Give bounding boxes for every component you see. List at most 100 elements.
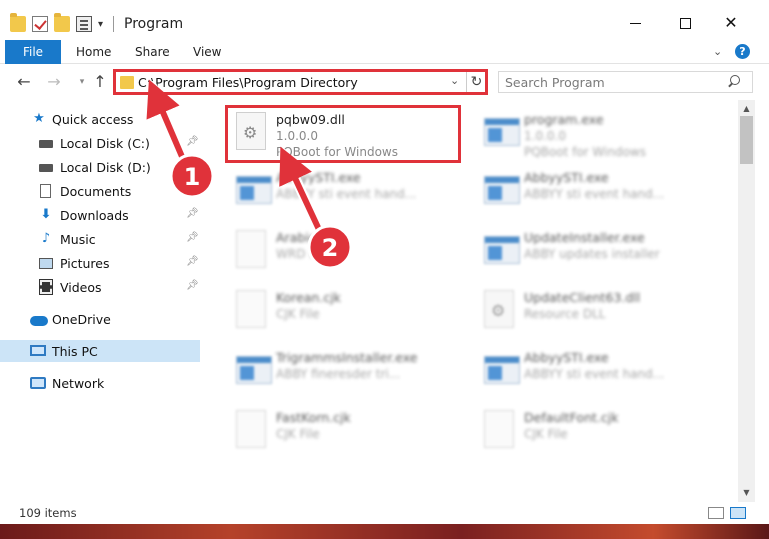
file-name: DefaultFont.cjk (524, 410, 619, 425)
file-name: TrigrammsInstaller.exe (276, 350, 418, 365)
exe-icon (236, 356, 272, 384)
sidebar-item-label: Quick access (52, 112, 134, 127)
scroll-down-icon[interactable]: ▼ (738, 486, 755, 500)
file-name: AbbyySTI.exe (524, 350, 609, 365)
minimize-button[interactable] (620, 12, 650, 34)
title-bar: ▾ Program ✕ (0, 0, 769, 40)
address-bar[interactable]: C:\Program Files\Program Directory ⌄ ↻ (113, 69, 488, 95)
navigation-pane: ★ Quick access Local Disk (C:) 📌︎ Local … (0, 100, 200, 502)
program-exe-icon (484, 118, 520, 146)
music-icon: ♪ (41, 231, 51, 246)
sidebar-item-documents[interactable]: Documents 📌︎ (0, 180, 200, 202)
search-box[interactable] (498, 71, 753, 93)
file-item[interactable]: FastKorn.cjk CJK File (228, 404, 468, 458)
up-arrow-icon[interactable]: ↑ (90, 72, 110, 92)
file-item[interactable]: Arabic.cjk WRD File (228, 224, 468, 278)
sidebar-item-pictures[interactable]: Pictures 📌︎ (0, 252, 200, 274)
file-item[interactable]: DefaultFont.cjk CJK File (476, 404, 716, 458)
file-version: 1.0.0.0 (524, 129, 566, 143)
disk-icon (39, 164, 53, 172)
file-type: CJK File (524, 427, 568, 441)
pin-icon[interactable]: 📌︎ (186, 209, 199, 219)
maximize-button[interactable] (670, 12, 700, 34)
large-icons-view-icon[interactable] (730, 507, 746, 519)
scroll-thumb[interactable] (740, 116, 753, 164)
file-item[interactable]: AbbyySTI.exe ABBYY sti event hand... (476, 344, 716, 398)
tab-view[interactable]: View (193, 40, 221, 64)
file-name: FastKorn.cjk (276, 410, 351, 425)
refresh-icon[interactable]: ↻ (466, 72, 486, 92)
exe-icon (236, 176, 272, 204)
address-path[interactable]: C:\Program Files\Program Directory (138, 75, 358, 90)
sidebar-item-local-disk-c[interactable]: Local Disk (C:) 📌︎ (0, 132, 200, 154)
file-description: ABBYY sti event hand... (524, 187, 665, 201)
pin-icon[interactable]: 📌︎ (186, 257, 199, 267)
sidebar-item-label: Local Disk (C:) (60, 136, 150, 151)
forward-arrow-icon[interactable]: → (44, 72, 64, 92)
file-description: ABBYY sti event hand... (276, 187, 417, 201)
file-item[interactable]: UpdateClient63.dll Resource DLL (476, 284, 716, 338)
address-dropdown-icon[interactable]: ⌄ (450, 74, 459, 87)
sidebar-item-label: OneDrive (52, 312, 111, 327)
back-arrow-icon[interactable]: ← (14, 72, 34, 92)
tab-home[interactable]: Home (76, 40, 111, 64)
file-icon (236, 410, 266, 448)
file-item[interactable]: TrigrammsInstaller.exe ABBY fineresder t… (228, 344, 468, 398)
details-view-icon[interactable] (708, 507, 724, 519)
quick-access-toolbar: ▾ Program (10, 13, 184, 34)
exe-icon (484, 356, 520, 384)
highlight-box (225, 105, 461, 163)
sidebar-item-onedrive[interactable]: OneDrive (0, 308, 200, 330)
pin-icon[interactable]: 📌︎ (186, 233, 199, 243)
maximize-icon (679, 17, 691, 29)
file-item[interactable]: UpdateInstaller.exe ABBY updates install… (476, 224, 716, 278)
pin-icon[interactable]: 📌︎ (186, 281, 199, 291)
tab-share[interactable]: Share (135, 40, 170, 64)
vertical-scrollbar[interactable]: ▲ ▼ (738, 100, 755, 502)
dll-icon (484, 290, 514, 328)
sidebar-item-local-disk-d[interactable]: Local Disk (D:) (0, 156, 200, 178)
sidebar-item-label: This PC (52, 344, 98, 359)
search-input[interactable] (505, 74, 715, 90)
view-options-icon[interactable] (76, 16, 92, 32)
search-icon (727, 75, 741, 89)
download-icon: ⬇ (40, 207, 52, 222)
file-icon (236, 290, 266, 328)
file-item[interactable]: program.exe 1.0.0.0 PQBoot for Windows (476, 106, 716, 160)
sidebar-item-network[interactable]: Network (0, 372, 200, 394)
sidebar-item-videos[interactable]: Videos 📌︎ (0, 276, 200, 298)
file-item[interactable]: AbbyySTI.exe ABBYY sti event hand... (476, 164, 716, 218)
scroll-up-icon[interactable]: ▲ (738, 102, 755, 116)
new-folder-icon[interactable] (54, 13, 70, 32)
sidebar-item-this-pc[interactable]: This PC (0, 340, 200, 362)
expand-ribbon-icon[interactable]: ⌄ (713, 45, 722, 58)
properties-check-icon[interactable] (32, 16, 48, 32)
close-button[interactable]: ✕ (716, 12, 746, 34)
chevron-down-icon[interactable]: ▾ (98, 19, 103, 30)
sidebar-item-label: Downloads (60, 208, 129, 223)
file-description: ABBY updates installer (524, 247, 660, 261)
file-name: UpdateInstaller.exe (524, 230, 645, 245)
help-icon[interactable]: ? (735, 44, 750, 59)
item-count: 109 items (19, 506, 77, 520)
window-title: Program (124, 16, 184, 32)
tab-file[interactable]: File (5, 40, 61, 64)
file-item[interactable]: Korean.cjk CJK File (228, 284, 468, 338)
disk-icon (39, 140, 53, 148)
sidebar-item-downloads[interactable]: ⬇ Downloads 📌︎ (0, 204, 200, 226)
sidebar-item-quick-access[interactable]: ★ Quick access (0, 108, 200, 130)
onedrive-icon (30, 316, 48, 326)
ribbon: File Home Share View ⌄ ? (0, 40, 769, 64)
file-item[interactable]: AbbyySTI.exe ABBYY sti event hand... (228, 164, 468, 218)
file-description: PQBoot for Windows (524, 145, 646, 159)
sidebar-item-music[interactable]: ♪ Music 📌︎ (0, 228, 200, 250)
pin-icon[interactable]: 📌︎ (186, 185, 199, 195)
file-name: UpdateClient63.dll (524, 290, 641, 305)
file-name: Korean.cjk (276, 290, 341, 305)
file-name: AbbyySTI.exe (524, 170, 609, 185)
recent-locations-icon[interactable]: ▾ (72, 72, 92, 92)
star-icon: ★ (33, 111, 45, 126)
file-type: Resource DLL (524, 307, 606, 321)
pin-icon[interactable]: 📌︎ (186, 137, 199, 147)
sidebar-item-label: Music (60, 232, 96, 247)
